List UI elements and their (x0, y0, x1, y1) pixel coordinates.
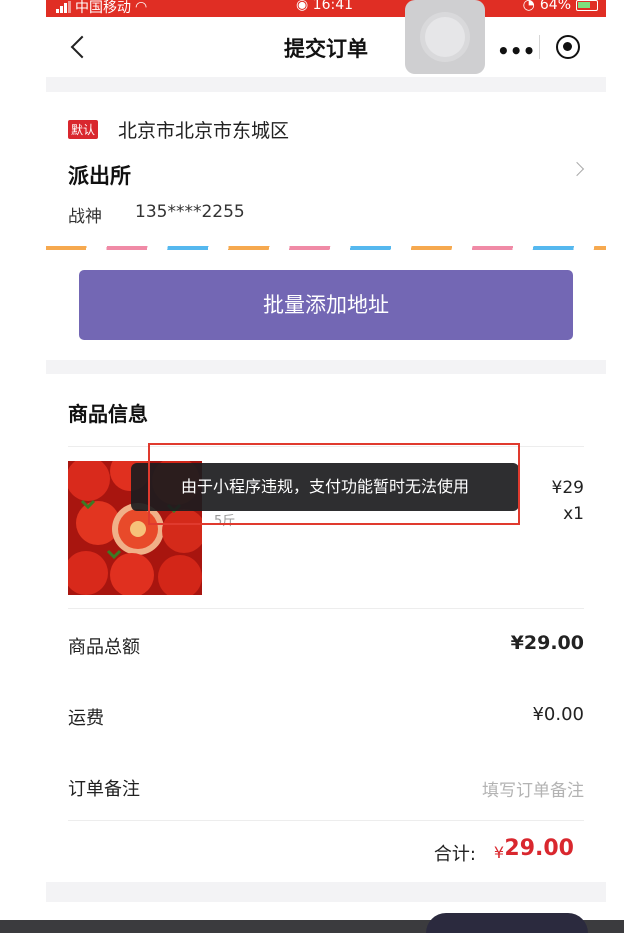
capsule-divider (539, 35, 540, 59)
status-time: 16:41 (312, 0, 354, 13)
bottom-action-bar (0, 913, 624, 933)
address-detail: 派出所 (68, 164, 131, 188)
location-icon: ◉ (296, 0, 309, 13)
chevron-right-icon[interactable] (569, 161, 585, 177)
address-card[interactable]: 默认 北京市北京市东城区 派出所 战神 135****2255 (46, 92, 606, 250)
address-region: 北京市北京市东城区 (118, 120, 290, 142)
default-tag: 默认 (68, 120, 99, 139)
status-time-wrap: ◉ 16:41 (296, 0, 353, 13)
section-gap (46, 77, 606, 92)
target-close-icon[interactable] (556, 35, 580, 59)
battery-icon (576, 0, 598, 11)
batch-add-address-button[interactable]: 批量添加地址 (79, 270, 573, 340)
carrier-name: 中国移动 (75, 0, 131, 16)
section-gap (46, 882, 606, 902)
divider (68, 820, 584, 821)
signal-icon (56, 1, 71, 13)
total-value: 29.00 (504, 836, 574, 861)
submit-order-button[interactable] (426, 913, 588, 933)
remark-input[interactable]: 填写订单备注 (482, 776, 584, 801)
subtotal-label: 商品总额 (68, 637, 140, 658)
wifi-icon: ◠ (135, 0, 148, 15)
more-dots-icon[interactable]: ••• (497, 39, 535, 63)
divider (68, 608, 584, 609)
remark-label: 订单备注 (68, 779, 140, 800)
alarm-icon: ◔ (522, 0, 535, 13)
contact-phone: 135****2255 (135, 202, 245, 222)
battery-percent: 64% (539, 0, 571, 13)
total-label: 合计: (433, 844, 476, 865)
product-quantity: x1 (563, 504, 584, 524)
status-left: 中国移动 ◠ (56, 0, 147, 17)
batch-section: 批量添加地址 (46, 250, 606, 360)
subtotal-value: ¥29.00 (510, 632, 584, 654)
annotation-highlight-box (148, 443, 520, 525)
shipping-label: 运费 (68, 708, 104, 729)
status-right: ◔ 64% (523, 0, 598, 13)
section-gap (46, 360, 606, 374)
total-currency: ¥ (493, 843, 504, 862)
goods-section-title: 商品信息 (68, 402, 148, 426)
nav-bar: 提交订单 ••• (46, 0, 606, 77)
product-price: ¥29 (551, 478, 584, 498)
shipping-value: ¥0.00 (532, 704, 584, 725)
contact-name: 战神 (68, 207, 102, 227)
floating-assistive-button[interactable] (405, 0, 485, 74)
status-bar: 中国移动 ◠ ◉ 16:41 ◔ 64% (46, 0, 606, 17)
